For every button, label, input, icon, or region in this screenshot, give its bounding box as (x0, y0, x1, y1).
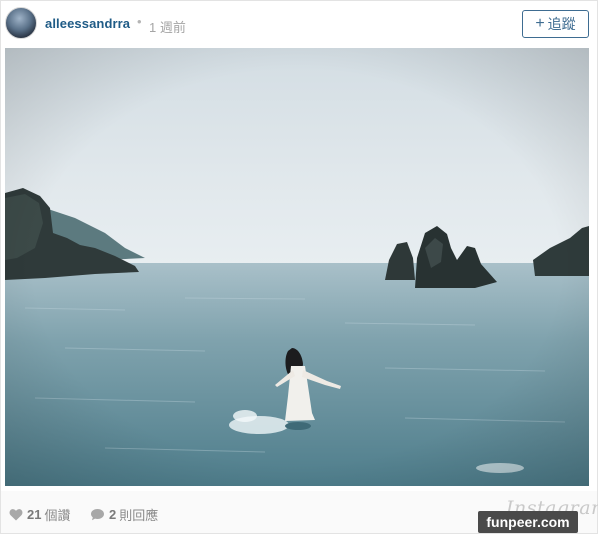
username-link[interactable]: alleessandrra (45, 16, 130, 31)
heart-icon (9, 509, 23, 521)
plus-icon: + (535, 15, 545, 32)
meta-separator: • (137, 14, 142, 29)
comments-button[interactable]: 2 則回應 (90, 505, 158, 524)
likes-count: 21 (27, 507, 42, 522)
follow-label: 追蹤 (547, 16, 576, 32)
post-photo[interactable] (5, 48, 589, 486)
avatar[interactable] (5, 7, 37, 39)
watermark: funpeer.com (478, 511, 578, 533)
post-header: alleessandrra • 1 週前 + 追蹤 (1, 1, 597, 47)
photo-image (5, 48, 589, 486)
post-timestamp[interactable]: 1 週前 (149, 17, 186, 36)
post-card: alleessandrra • 1 週前 + 追蹤 21 個讚 2 則回應 In… (0, 0, 598, 534)
comments-label: 則回應 (119, 508, 159, 523)
likes-button[interactable]: 21 個讚 (9, 505, 70, 524)
comments-count: 2 (109, 507, 117, 522)
comment-bubble-icon (91, 509, 104, 521)
follow-button[interactable]: + 追蹤 (522, 10, 589, 38)
likes-label: 個讚 (44, 508, 71, 523)
